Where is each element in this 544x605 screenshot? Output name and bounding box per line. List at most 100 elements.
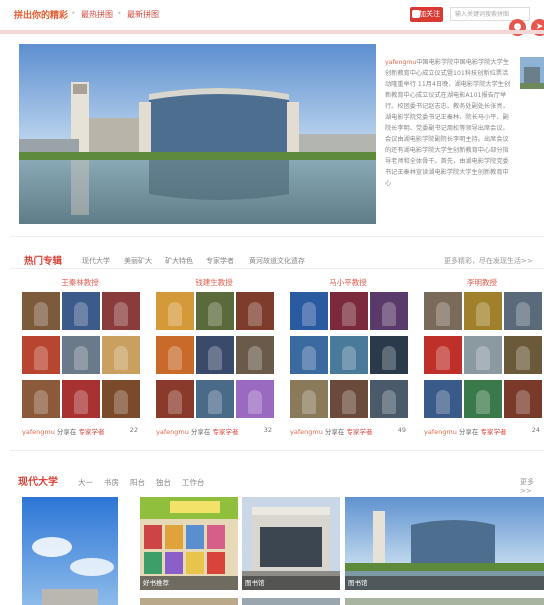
album-photo[interactable] bbox=[330, 336, 368, 374]
album-photo[interactable] bbox=[330, 380, 368, 418]
featured-photo[interactable] bbox=[19, 44, 376, 224]
album-photo[interactable] bbox=[464, 292, 502, 330]
album-photo[interactable] bbox=[504, 336, 542, 374]
photo-figure bbox=[476, 346, 490, 370]
photo-row-next[interactable] bbox=[140, 598, 238, 605]
follow-button[interactable]: 加关注 bbox=[410, 7, 443, 22]
modern-university-title: 现代大学 bbox=[18, 477, 58, 488]
album-photo[interactable] bbox=[156, 380, 194, 418]
photo-sky-building[interactable] bbox=[22, 497, 118, 605]
featured-author[interactable]: yafengmu bbox=[385, 59, 416, 66]
album-photo[interactable] bbox=[102, 336, 140, 374]
modern-tag[interactable]: 工作台 bbox=[182, 477, 205, 488]
album-photo[interactable] bbox=[22, 336, 60, 374]
album-photo[interactable] bbox=[504, 292, 542, 330]
modern-more-link[interactable]: 更多>> bbox=[520, 477, 544, 495]
photo-figure bbox=[516, 390, 530, 414]
photo-figure bbox=[208, 302, 222, 326]
photo-figure bbox=[74, 346, 88, 370]
album-photo[interactable] bbox=[156, 292, 194, 330]
album-category[interactable]: 专家学者 bbox=[212, 428, 238, 436]
album-category[interactable]: 专家学者 bbox=[480, 428, 506, 436]
featured-side-thumbnail[interactable] bbox=[520, 57, 544, 89]
album-photo[interactable] bbox=[22, 380, 60, 418]
album-title[interactable]: 钱建生教授 bbox=[156, 277, 272, 288]
album-photo[interactable] bbox=[290, 380, 328, 418]
album-title[interactable]: 李明教授 bbox=[424, 277, 540, 288]
photo-book-display[interactable]: 好书推荐 bbox=[140, 497, 238, 590]
photo-figure bbox=[248, 346, 262, 370]
album-title[interactable]: 马小平教授 bbox=[290, 277, 406, 288]
album-photo[interactable] bbox=[62, 292, 100, 330]
sky-photo-image bbox=[22, 497, 118, 605]
album-photo[interactable] bbox=[370, 380, 408, 418]
album-photo[interactable] bbox=[196, 380, 234, 418]
album-photo[interactable] bbox=[196, 292, 234, 330]
site-brand[interactable]: 拼出你的精彩 bbox=[14, 8, 68, 21]
album-photo[interactable] bbox=[62, 336, 100, 374]
photo-figure bbox=[74, 302, 88, 326]
album-photo[interactable] bbox=[290, 336, 328, 374]
top-bar: 拼出你的精彩 • 最热拼图 • 最新拼图 加关注 输入关键词搜索拼图 ● ➤ bbox=[0, 0, 544, 36]
nav-hottest[interactable]: 最热拼图 bbox=[81, 9, 113, 20]
hot-divider bbox=[10, 268, 544, 269]
album-user[interactable]: yafengmu bbox=[156, 428, 189, 436]
modern-tag[interactable]: 书房 bbox=[104, 477, 119, 488]
album-photo[interactable] bbox=[102, 380, 140, 418]
photo-figure bbox=[476, 390, 490, 414]
album-photo[interactable] bbox=[290, 292, 328, 330]
photo-figure bbox=[208, 390, 222, 414]
album-photo[interactable] bbox=[464, 336, 502, 374]
hot-tag[interactable]: 黄河故道文化遗存 bbox=[249, 256, 305, 266]
modern-tag[interactable]: 大一 bbox=[78, 477, 93, 488]
album-photo[interactable] bbox=[236, 292, 274, 330]
modern-tag[interactable]: 独台 bbox=[156, 477, 171, 488]
album-photo[interactable] bbox=[22, 292, 60, 330]
photo-library-entrance[interactable]: 图书馆 bbox=[242, 497, 340, 590]
album-category[interactable]: 专家学者 bbox=[346, 428, 372, 436]
hot-tag[interactable]: 现代大学 bbox=[82, 256, 110, 266]
album-footer: yafengmu 分享在 专家学者 24 bbox=[424, 426, 540, 436]
photo-library-panorama[interactable]: 图书馆 bbox=[345, 497, 544, 590]
hot-tag[interactable]: 矿大特色 bbox=[165, 256, 193, 266]
album-photo[interactable] bbox=[424, 336, 462, 374]
photo-figure bbox=[114, 390, 128, 414]
hot-tag[interactable]: 专家学者 bbox=[206, 256, 234, 266]
hot-tag[interactable]: 美丽矿大 bbox=[124, 256, 152, 266]
photo-figure bbox=[74, 390, 88, 414]
hot-albums-title: 热门专辑 bbox=[24, 256, 63, 267]
album-user[interactable]: yafengmu bbox=[424, 428, 457, 436]
album-user[interactable]: yafengmu bbox=[22, 428, 55, 436]
photo-row-next[interactable] bbox=[242, 598, 340, 605]
photo-row-next[interactable] bbox=[345, 598, 544, 605]
album-photo[interactable] bbox=[236, 380, 274, 418]
photo-figure bbox=[208, 346, 222, 370]
section-divider bbox=[10, 236, 544, 237]
nav-newest[interactable]: 最新拼图 bbox=[127, 9, 159, 20]
album-photo[interactable] bbox=[464, 380, 502, 418]
album-photo[interactable] bbox=[504, 380, 542, 418]
featured-description: yafengmu中国电影学院中国电影学院大学生创新教育中心成立仪式暨101科技创… bbox=[385, 57, 514, 189]
album-photo[interactable] bbox=[236, 336, 274, 374]
album-title[interactable]: 王秦林教授 bbox=[22, 277, 138, 288]
album-photo[interactable] bbox=[156, 336, 194, 374]
album-photo[interactable] bbox=[102, 292, 140, 330]
follow-label: 加关注 bbox=[419, 10, 440, 18]
album-shared: 分享在 bbox=[458, 428, 479, 436]
photo-figure bbox=[248, 302, 262, 326]
photo-figure bbox=[168, 346, 182, 370]
album-shared: 分享在 bbox=[190, 428, 211, 436]
album-photo[interactable] bbox=[370, 292, 408, 330]
photo-figure bbox=[516, 302, 530, 326]
album-photo[interactable] bbox=[424, 292, 462, 330]
hot-more-link[interactable]: 更多精彩，尽在发现生活>> bbox=[444, 256, 533, 266]
album-photo[interactable] bbox=[62, 380, 100, 418]
album-user[interactable]: yafengmu bbox=[290, 428, 323, 436]
photo-figure bbox=[248, 390, 262, 414]
album-photo[interactable] bbox=[330, 292, 368, 330]
album-category[interactable]: 专家学者 bbox=[78, 428, 104, 436]
album-photo[interactable] bbox=[370, 336, 408, 374]
album-photo[interactable] bbox=[196, 336, 234, 374]
album-photo[interactable] bbox=[424, 380, 462, 418]
modern-tag[interactable]: 阳台 bbox=[130, 477, 145, 488]
